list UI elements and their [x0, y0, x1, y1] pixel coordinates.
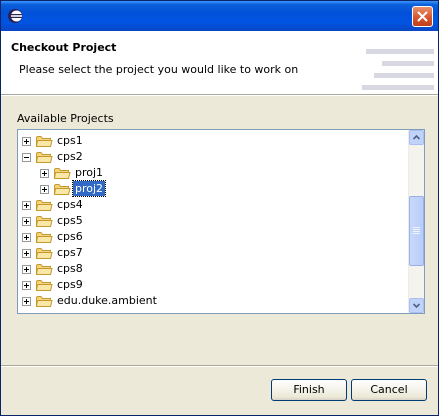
- expand-toggle-icon[interactable]: [40, 185, 49, 194]
- tree-item-label[interactable]: edu.duke.ambient: [55, 293, 159, 308]
- footer-divider-highlight: [1, 366, 438, 367]
- scroll-down-button[interactable]: [409, 298, 424, 313]
- tree-item-label[interactable]: cps1: [55, 133, 85, 148]
- tree-item-label[interactable]: cps8: [55, 261, 85, 276]
- title-bar[interactable]: [1, 1, 438, 31]
- chevron-up-icon: [412, 134, 421, 140]
- tree-item[interactable]: cps8: [22, 261, 382, 277]
- expand-toggle-icon[interactable]: [22, 217, 31, 226]
- tree-item[interactable]: cps2: [22, 149, 382, 165]
- expand-toggle-icon[interactable]: [22, 281, 31, 290]
- tree-item-label[interactable]: proj2: [71, 180, 107, 197]
- header-banner-graphic: [362, 47, 434, 97]
- expand-toggle-icon[interactable]: [22, 249, 31, 258]
- thumb-grip: [413, 229, 420, 230]
- folder-icon: [36, 136, 53, 147]
- thumb-grip: [413, 231, 420, 232]
- tree-item-label[interactable]: cps5: [55, 213, 85, 228]
- tree-item-label[interactable]: cps9: [55, 277, 85, 292]
- expand-toggle-icon[interactable]: [22, 233, 31, 242]
- close-icon: [417, 11, 428, 22]
- folder-icon: [54, 184, 71, 195]
- thumb-grip: [413, 233, 420, 234]
- close-button[interactable]: [412, 6, 433, 27]
- expand-toggle-icon[interactable]: [40, 169, 49, 178]
- tree-item[interactable]: edu.duke.ambient: [22, 293, 382, 309]
- expand-toggle-icon[interactable]: [22, 297, 31, 306]
- tree-item[interactable]: proj2: [40, 180, 400, 197]
- expand-toggle-icon[interactable]: [22, 201, 31, 210]
- expand-toggle-icon[interactable]: [22, 137, 31, 146]
- vertical-scrollbar[interactable]: [408, 130, 424, 313]
- tree-item[interactable]: cps5: [22, 213, 382, 229]
- folder-icon: [36, 232, 53, 243]
- tree-item-label[interactable]: cps7: [55, 245, 85, 260]
- tree-item[interactable]: cps7: [22, 245, 382, 261]
- tree-item[interactable]: cps4: [22, 197, 382, 213]
- folder-icon: [36, 248, 53, 259]
- expand-toggle-icon[interactable]: [22, 265, 31, 274]
- tree-item[interactable]: cps1: [22, 133, 382, 149]
- project-tree[interactable]: cps1 cps2 proj1 proj2 cps4 cps5 cps6 cps7 cps8 cp…: [17, 129, 425, 314]
- tree-item-label[interactable]: proj1: [73, 165, 105, 180]
- chevron-down-icon: [412, 303, 421, 309]
- dialog-description: Please select the project you would like…: [19, 63, 299, 76]
- scroll-up-button[interactable]: [409, 130, 424, 145]
- folder-icon: [54, 168, 71, 179]
- folder-icon: [36, 152, 53, 163]
- available-projects-label: Available Projects: [17, 112, 114, 125]
- folder-icon: [36, 296, 53, 307]
- collapse-toggle-icon[interactable]: [22, 153, 31, 162]
- folder-icon: [36, 200, 53, 211]
- cancel-button[interactable]: Cancel: [351, 379, 427, 401]
- tree-item-label[interactable]: cps4: [55, 197, 85, 212]
- header-divider: [1, 95, 438, 96]
- scrollbar-thumb[interactable]: [409, 196, 424, 266]
- tree-item-label[interactable]: cps2: [55, 149, 85, 164]
- finish-button[interactable]: Finish: [271, 379, 347, 401]
- dialog-title: Checkout Project: [11, 41, 117, 54]
- eclipse-app-icon: [8, 9, 22, 23]
- tree-item-label[interactable]: cps6: [55, 229, 85, 244]
- tree-item[interactable]: cps9: [22, 277, 382, 293]
- folder-icon: [36, 280, 53, 291]
- tree-item[interactable]: cps6: [22, 229, 382, 245]
- checkout-project-dialog: Checkout Project Please select the proje…: [0, 0, 439, 416]
- folder-icon: [36, 216, 53, 227]
- thumb-grip: [413, 227, 420, 228]
- tree-item[interactable]: proj1: [40, 165, 400, 181]
- folder-icon: [36, 264, 53, 275]
- dialog-header: Checkout Project Please select the proje…: [1, 31, 438, 95]
